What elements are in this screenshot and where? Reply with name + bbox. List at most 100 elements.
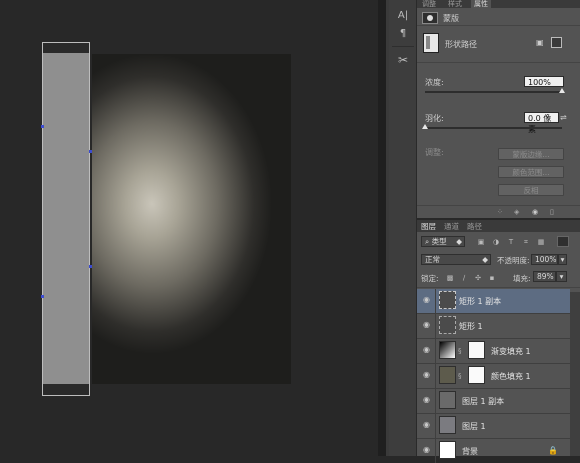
vector-mask-icon[interactable] xyxy=(551,37,562,48)
mask-icon xyxy=(422,12,438,24)
layer-mask-thumbnail xyxy=(468,341,485,359)
feather-slider-thumb[interactable] xyxy=(422,124,428,129)
path-anchor[interactable] xyxy=(41,125,44,128)
feather-stepper-icon[interactable]: ⇌ xyxy=(560,112,567,123)
layer-filter-select[interactable]: ⌕ 类型 ◆ xyxy=(421,236,465,247)
lock-transparent-icon[interactable]: ▩ xyxy=(446,274,454,282)
search-icon: ⌕ xyxy=(425,237,430,246)
lock-label: 锁定: xyxy=(421,274,439,283)
shape-layer-thumbnail xyxy=(439,316,456,334)
opacity-dropdown-icon[interactable]: ▾ xyxy=(558,254,567,265)
eye-icon[interactable]: ◉ xyxy=(423,421,431,429)
separator xyxy=(417,25,580,26)
separator xyxy=(417,62,580,63)
properties-tabbar: 调整 样式 属性 xyxy=(417,0,580,8)
text-icon[interactable]: A| xyxy=(393,8,413,24)
filter-shape-icon[interactable]: ⌗ xyxy=(522,238,530,246)
gradient-fill-thumbnail xyxy=(439,341,456,359)
mask-thumbnail[interactable] xyxy=(423,33,439,53)
density-field[interactable]: 100% xyxy=(524,76,564,87)
eye-icon[interactable]: ◉ xyxy=(423,396,431,404)
pixel-layer-thumbnail xyxy=(439,416,456,434)
eye-icon[interactable]: ◉ xyxy=(423,371,431,379)
paragraph-icon[interactable]: ¶ xyxy=(393,26,413,42)
lock-position-icon[interactable]: ✣ xyxy=(474,274,482,282)
blend-mode-select[interactable]: 正常 ◆ xyxy=(421,254,491,265)
load-selection-icon[interactable]: ⁘ xyxy=(497,208,505,216)
density-slider-thumb[interactable] xyxy=(559,88,565,93)
tab-styles[interactable]: 样式 xyxy=(445,0,465,8)
background-layer-thumbnail xyxy=(439,441,456,459)
link-icon: § xyxy=(458,347,462,355)
layer-name[interactable]: 背景 xyxy=(462,446,478,457)
eye-icon[interactable]: ◉ xyxy=(423,346,431,354)
fill-field[interactable]: 89% xyxy=(533,271,556,282)
shape-top-band xyxy=(43,43,89,53)
layer-mask-thumbnail xyxy=(468,366,485,384)
color-range-button[interactable]: 颜色范围... xyxy=(498,166,564,178)
mask-edge-button[interactable]: 蒙版边缘... xyxy=(498,148,564,160)
filter-smart-object-icon[interactable]: ▦ xyxy=(537,238,545,246)
eye-icon[interactable]: ◉ xyxy=(423,321,431,329)
layer-name[interactable]: 颜色填充 1 xyxy=(491,371,531,382)
tab-channels[interactable]: 通道 xyxy=(444,222,459,231)
tab-adjustments[interactable]: 调整 xyxy=(419,0,439,8)
shape-layer-thumbnail xyxy=(439,291,456,309)
brush-settings-icon[interactable]: ✂ xyxy=(393,52,413,68)
path-anchor[interactable] xyxy=(89,265,92,268)
link-icon: § xyxy=(458,372,462,380)
lock-icon: 🔒 xyxy=(548,446,558,455)
shape-rectangle[interactable] xyxy=(42,42,90,396)
pixel-mask-icon[interactable]: ▣ xyxy=(536,38,547,48)
layer-row[interactable]: ◉ 矩形 1 副本 xyxy=(417,289,570,314)
eye-icon[interactable]: ◉ xyxy=(423,446,431,454)
fill-label: 填充: xyxy=(513,274,531,283)
filter-type-icon[interactable]: T xyxy=(507,238,515,246)
canvas-photo xyxy=(92,54,291,384)
layer-name[interactable]: 矩形 1 xyxy=(459,321,483,332)
chevron-down-icon: ◆ xyxy=(482,255,488,264)
feather-slider[interactable] xyxy=(425,127,562,129)
separator xyxy=(417,287,580,288)
opacity-field[interactable]: 100% xyxy=(531,254,558,265)
layer-name[interactable]: 图层 1 xyxy=(462,421,486,432)
eye-icon[interactable]: ◉ xyxy=(423,296,431,304)
path-anchor[interactable] xyxy=(41,295,44,298)
invert-button[interactable]: 反相 xyxy=(498,184,564,196)
lock-all-icon[interactable]: ▪ xyxy=(488,274,496,282)
feather-field[interactable]: 0.0 像素 xyxy=(524,112,559,134)
delete-mask-icon[interactable]: ▯ xyxy=(550,208,558,216)
density-slider[interactable] xyxy=(425,91,562,93)
tab-paths[interactable]: 路径 xyxy=(467,222,482,231)
layer-row[interactable]: ◉ 矩形 1 xyxy=(417,314,570,339)
mask-type-label: 形状路径 xyxy=(445,40,477,49)
filter-toggle[interactable] xyxy=(557,236,569,247)
layer-name[interactable]: 矩形 1 副本 xyxy=(459,296,501,307)
layer-name[interactable]: 图层 1 副本 xyxy=(462,396,504,407)
layer-row[interactable]: ◉ 图层 1 xyxy=(417,414,570,439)
layer-row[interactable]: ◉ § 颜色填充 1 xyxy=(417,364,570,389)
fill-dropdown-icon[interactable]: ▾ xyxy=(556,271,567,282)
visibility-icon[interactable]: ◉ xyxy=(532,208,540,216)
density-label: 浓度: xyxy=(425,78,444,87)
tab-layers[interactable]: 图层 xyxy=(421,222,436,231)
separator xyxy=(417,205,580,206)
section-title: 蒙版 xyxy=(443,14,459,23)
feather-label: 羽化: xyxy=(425,114,444,123)
layer-row[interactable]: ◉ 图层 1 副本 xyxy=(417,389,570,414)
blend-mode-value: 正常 xyxy=(425,255,440,264)
dock-separator xyxy=(392,46,414,47)
layer-row[interactable]: ◉ 背景 🔒 xyxy=(417,439,570,463)
path-anchor[interactable] xyxy=(89,150,92,153)
layer-name[interactable]: 渐变填充 1 xyxy=(491,346,531,357)
layers-scrollbar[interactable] xyxy=(570,292,580,456)
filter-adjustment-icon[interactable]: ◑ xyxy=(492,238,500,246)
apply-mask-icon[interactable]: ◈ xyxy=(514,208,522,216)
color-fill-thumbnail xyxy=(439,366,456,384)
tab-properties[interactable]: 属性 xyxy=(471,0,491,8)
layer-row[interactable]: ◉ § 渐变填充 1 xyxy=(417,339,570,364)
layers-tabbar xyxy=(417,220,580,232)
pixel-layer-thumbnail xyxy=(439,391,456,409)
lock-pixels-icon[interactable]: ∕ xyxy=(460,274,468,282)
filter-pixel-icon[interactable]: ▣ xyxy=(477,238,485,246)
